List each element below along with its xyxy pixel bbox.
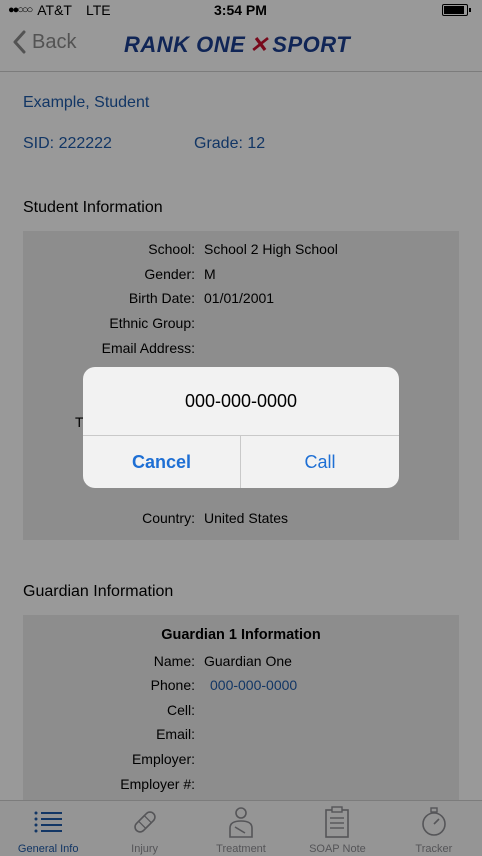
cancel-button[interactable]: Cancel bbox=[83, 436, 241, 488]
call-dialog: 000-000-0000 Cancel Call bbox=[83, 367, 399, 488]
call-button[interactable]: Call bbox=[241, 436, 399, 488]
dialog-title: 000-000-0000 bbox=[83, 367, 399, 436]
